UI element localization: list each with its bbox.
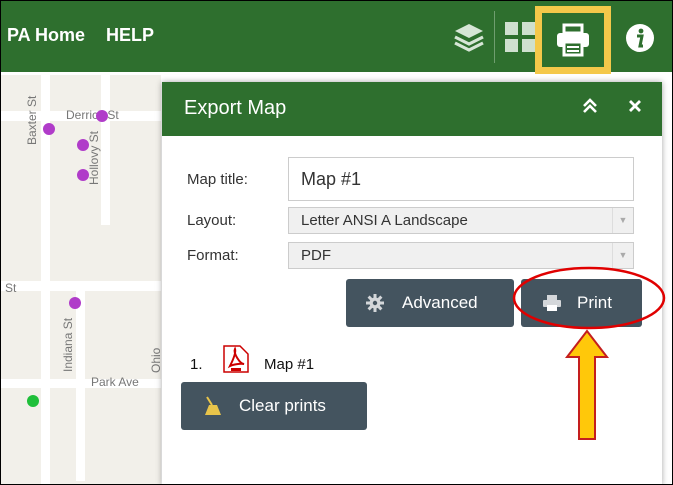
app-frame: Derrick St Baxter St Hollovy St St India…	[0, 0, 673, 485]
annotation-layer	[512, 266, 666, 440]
arrow-up-annotation	[564, 329, 610, 440]
highlight-ellipse	[512, 266, 666, 330]
